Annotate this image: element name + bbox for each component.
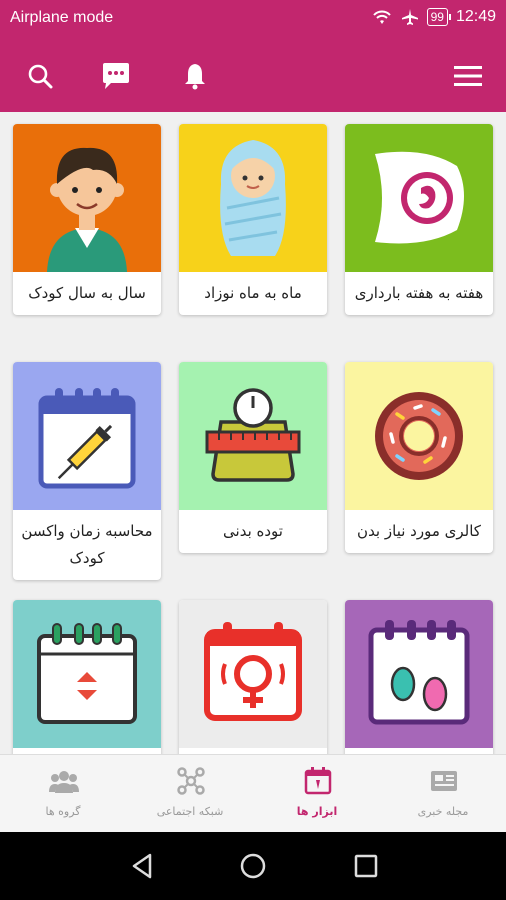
- wifi-icon: [372, 10, 391, 24]
- tab-social-network[interactable]: شبکه اجتماعی: [127, 755, 253, 833]
- tool-card-baby-steps[interactable]: [345, 600, 493, 754]
- tab-label: مجله خبری: [417, 805, 469, 818]
- tool-label: هفته به هفته بارداری: [354, 284, 484, 302]
- newspaper-icon: [431, 771, 457, 791]
- clock: 12:49: [455, 8, 496, 25]
- footprint-calendar-icon: [345, 600, 493, 748]
- tool-card-calorie[interactable]: کالری مورد نیاز بدن: [345, 362, 493, 553]
- menu-icon[interactable]: [450, 58, 486, 94]
- battery-indicator: 99: [426, 8, 452, 26]
- home-icon[interactable]: [237, 850, 269, 882]
- vaccine-calendar-icon: [13, 362, 161, 510]
- pregnancy-icon: [345, 124, 493, 272]
- child-icon: [13, 124, 161, 272]
- group-icon: [49, 771, 79, 793]
- tool-card-calendar[interactable]: [13, 600, 161, 754]
- chat-icon[interactable]: [98, 58, 134, 94]
- tab-label: ابزار ها: [296, 805, 338, 818]
- female-calendar-icon: [179, 600, 327, 748]
- tool-card-vaccine[interactable]: محاسبه زمان واکسن کودک: [13, 362, 161, 580]
- app-bar: [0, 40, 506, 112]
- tool-card-child-yearly[interactable]: سال به سال کودک: [13, 124, 161, 315]
- tab-label: گروه ها: [45, 805, 81, 818]
- scale-icon: [179, 362, 327, 510]
- airplane-mode-text: Airplane mode: [10, 9, 114, 26]
- tool-card-period[interactable]: [179, 600, 327, 754]
- tool-label: توده بدنی: [223, 522, 283, 540]
- tool-card-baby-monthly[interactable]: ماه به ماه نوزاد: [179, 124, 327, 315]
- tool-label: کالری مورد نیاز بدن: [357, 522, 481, 540]
- tool-card-bmi[interactable]: توده بدنی: [179, 362, 327, 553]
- tab-label: شبکه اجتماعی: [156, 805, 224, 818]
- social-network-icon: [177, 767, 205, 795]
- search-icon[interactable]: [22, 58, 58, 94]
- back-icon[interactable]: [126, 850, 158, 882]
- calendar-tool-icon: [304, 767, 332, 795]
- tab-tools[interactable]: ابزار ها: [254, 755, 380, 833]
- tab-news-magazine[interactable]: مجله خبری: [380, 755, 506, 833]
- tool-label: سال به سال کودک: [28, 284, 146, 302]
- swaddled-baby-icon: [179, 124, 327, 272]
- tool-label: محاسبه زمان واکسن کودک: [21, 522, 153, 567]
- tool-label: ماه به ماه نوزاد: [204, 284, 302, 302]
- bottom-tab-bar: مجله خبری ابزار ها شبکه اجتماعی گروه ها: [0, 754, 506, 833]
- system-nav-bar: [0, 832, 506, 900]
- tool-card-pregnancy-weekly[interactable]: هفته به هفته بارداری: [345, 124, 493, 315]
- tab-groups[interactable]: گروه ها: [0, 755, 126, 833]
- status-bar: Airplane mode 99 12:49: [0, 0, 506, 40]
- recents-icon[interactable]: [350, 850, 382, 882]
- airplane-icon: [401, 9, 418, 25]
- status-icons: 99 12:49: [371, 8, 496, 26]
- calendar-arrows-icon: [13, 600, 161, 748]
- bell-icon[interactable]: [177, 58, 213, 94]
- tools-grid: هفته به هفته بارداری ماه به ماه نوزاد سا…: [0, 112, 506, 754]
- donut-icon: [345, 362, 493, 510]
